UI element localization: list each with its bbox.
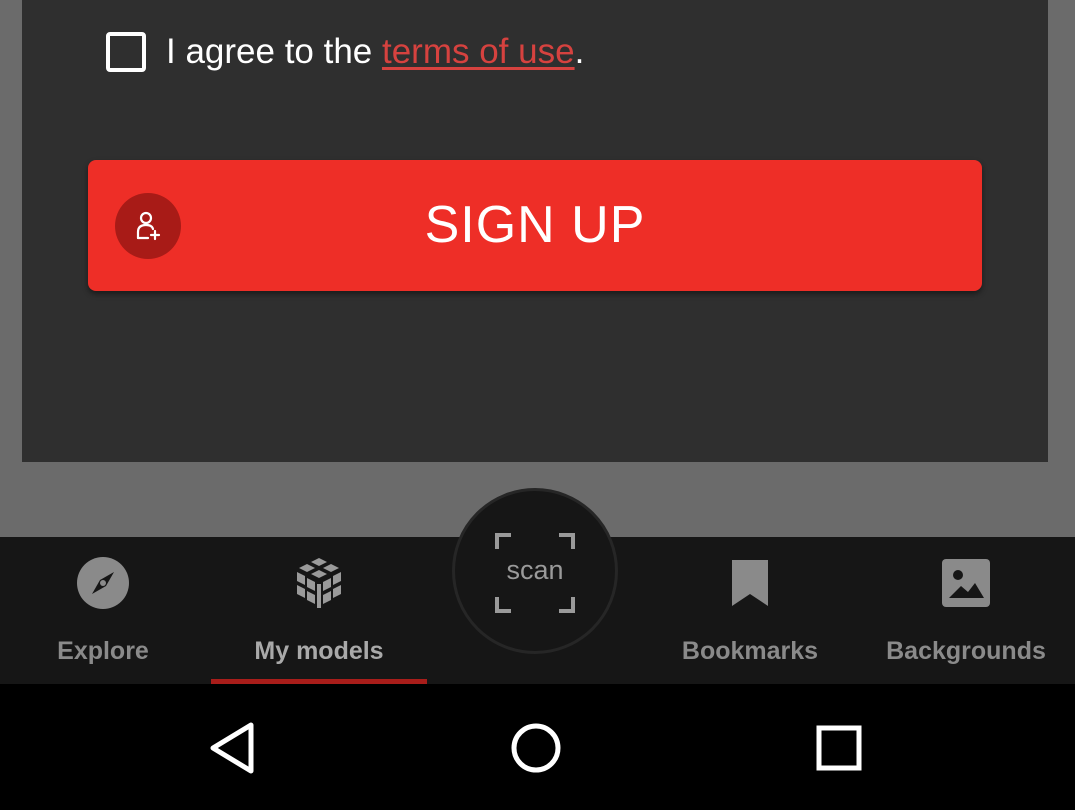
compass-icon: [75, 555, 131, 611]
bookmark-icon: [722, 555, 778, 611]
terms-checkbox[interactable]: [106, 32, 146, 72]
nav-label-explore: Explore: [57, 637, 149, 665]
terms-row: I agree to the terms of use .: [106, 28, 584, 76]
terms-of-use-link[interactable]: terms of use: [382, 32, 575, 72]
recents-square-icon: [816, 725, 862, 771]
sign-up-label: SIGN UP: [424, 196, 646, 254]
image-icon: [938, 555, 994, 611]
sign-up-button[interactable]: SIGN UP: [88, 160, 982, 291]
nav-item-bookmarks[interactable]: Bookmarks: [642, 537, 858, 684]
scan-button[interactable]: scan: [452, 488, 618, 654]
terms-prefix: I agree to the: [166, 32, 382, 71]
home-circle-icon: [511, 723, 561, 773]
back-triangle-icon: [210, 722, 254, 774]
system-navigation-bar: [0, 684, 1075, 810]
nav-label-backgrounds: Backgrounds: [886, 637, 1046, 665]
nav-label-my-models: My models: [254, 637, 384, 665]
app-screen: I agree to the terms of use . SIGN UP Ex…: [0, 0, 1075, 810]
nav-item-explore[interactable]: Explore: [0, 537, 211, 684]
recents-button[interactable]: [811, 720, 867, 776]
nav-item-backgrounds[interactable]: Backgrounds: [858, 537, 1074, 684]
back-button[interactable]: [204, 720, 260, 776]
terms-suffix: .: [574, 32, 585, 71]
nav-label-bookmarks: Bookmarks: [681, 637, 819, 665]
nav-item-my-models[interactable]: My models: [211, 537, 427, 684]
signup-card: I agree to the terms of use . SIGN UP: [22, 0, 1048, 462]
home-button[interactable]: [508, 720, 564, 776]
scan-label: scan: [506, 555, 564, 585]
cube-icon: [291, 555, 347, 611]
